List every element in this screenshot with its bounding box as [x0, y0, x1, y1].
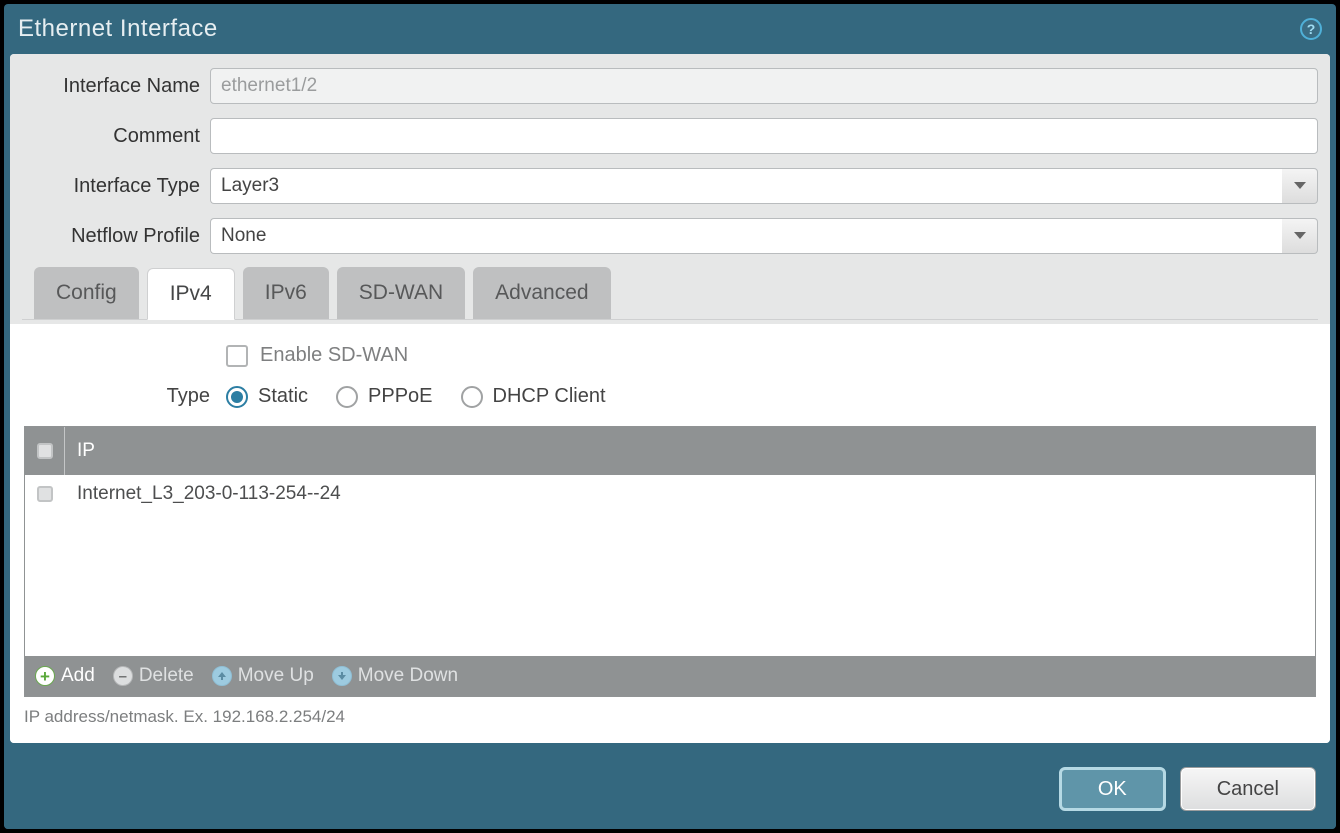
ip-grid-row-checkbox[interactable] — [37, 486, 53, 502]
ip-hint-text: IP address/netmask. Ex. 192.168.2.254/24 — [24, 697, 1316, 731]
radio-dot-icon — [336, 386, 358, 408]
arrow-up-icon — [212, 666, 232, 686]
arrow-down-icon — [332, 666, 352, 686]
radio-dot-icon — [226, 386, 248, 408]
move-up-button-label: Move Up — [238, 665, 314, 687]
type-radio-static[interactable]: Static — [226, 385, 308, 408]
ip-grid-toolbar: Add Delete Move Up Move Down — [25, 656, 1315, 696]
help-icon[interactable]: ? — [1300, 18, 1322, 40]
comment-label: Comment — [22, 125, 210, 148]
radio-dot-icon — [461, 386, 483, 408]
tabstrip: Config IPv4 IPv6 SD-WAN Advanced — [22, 268, 1318, 320]
type-radio-pppoe[interactable]: PPPoE — [336, 385, 432, 408]
add-button[interactable]: Add — [35, 665, 95, 687]
type-radio-pppoe-label: PPPoE — [368, 385, 432, 408]
ip-grid-select-all-checkbox[interactable] — [37, 443, 53, 459]
dialog-window: Ethernet Interface ? Interface Name ethe… — [4, 4, 1336, 829]
ipv4-panel: Enable SD-WAN Type Static PPPoE — [10, 324, 1330, 743]
minus-icon — [113, 666, 133, 686]
ip-grid-header-ip: IP — [65, 440, 95, 462]
move-up-button[interactable]: Move Up — [212, 665, 314, 687]
type-radio-dhcp-label: DHCP Client — [493, 385, 606, 408]
type-radio-group: Static PPPoE DHCP Client — [226, 385, 606, 408]
type-radio-dhcp[interactable]: DHCP Client — [461, 385, 606, 408]
interface-type-label: Interface Type — [22, 175, 210, 198]
tab-ipv6[interactable]: IPv6 — [243, 267, 329, 319]
dialog-footer: OK Cancel — [4, 749, 1336, 829]
ok-button[interactable]: OK — [1059, 767, 1166, 811]
delete-button-label: Delete — [139, 665, 194, 687]
plus-icon — [35, 666, 55, 686]
ip-grid: IP Internet_L3_203-0-113-254--24 Add — [24, 426, 1316, 697]
dialog-title: Ethernet Interface — [18, 15, 218, 43]
type-radio-static-label: Static — [258, 385, 308, 408]
interface-type-select[interactable]: Layer3 — [210, 168, 1282, 204]
enable-sdwan-label: Enable SD-WAN — [260, 344, 408, 367]
interface-type-dropdown-toggle[interactable] — [1282, 168, 1318, 204]
cancel-button[interactable]: Cancel — [1180, 767, 1316, 811]
ip-grid-body: Internet_L3_203-0-113-254--24 — [25, 475, 1315, 656]
chevron-down-icon — [1293, 231, 1307, 241]
chevron-down-icon — [1293, 181, 1307, 191]
add-button-label: Add — [61, 665, 95, 687]
comment-field[interactable] — [210, 118, 1318, 154]
type-label: Type — [24, 385, 226, 408]
ip-grid-row[interactable]: Internet_L3_203-0-113-254--24 — [25, 475, 1315, 513]
netflow-profile-select[interactable]: None — [210, 218, 1282, 254]
interface-name-field[interactable]: ethernet1/2 — [210, 68, 1318, 104]
ip-grid-header: IP — [25, 427, 1315, 475]
tab-advanced[interactable]: Advanced — [473, 267, 610, 319]
netflow-profile-label: Netflow Profile — [22, 225, 210, 248]
tab-ipv4[interactable]: IPv4 — [147, 268, 235, 320]
netflow-profile-dropdown-toggle[interactable] — [1282, 218, 1318, 254]
interface-name-label: Interface Name — [22, 75, 210, 98]
enable-sdwan-checkbox[interactable] — [226, 345, 248, 367]
tab-config[interactable]: Config — [34, 267, 139, 319]
delete-button[interactable]: Delete — [113, 665, 194, 687]
move-down-button[interactable]: Move Down — [332, 665, 458, 687]
titlebar: Ethernet Interface ? — [4, 4, 1336, 54]
move-down-button-label: Move Down — [358, 665, 458, 687]
ip-grid-row-value: Internet_L3_203-0-113-254--24 — [65, 483, 341, 505]
form-area: Interface Name ethernet1/2 Comment Inter… — [10, 54, 1330, 324]
dialog-content: Interface Name ethernet1/2 Comment Inter… — [10, 54, 1330, 743]
tab-sdwan[interactable]: SD-WAN — [337, 267, 465, 319]
